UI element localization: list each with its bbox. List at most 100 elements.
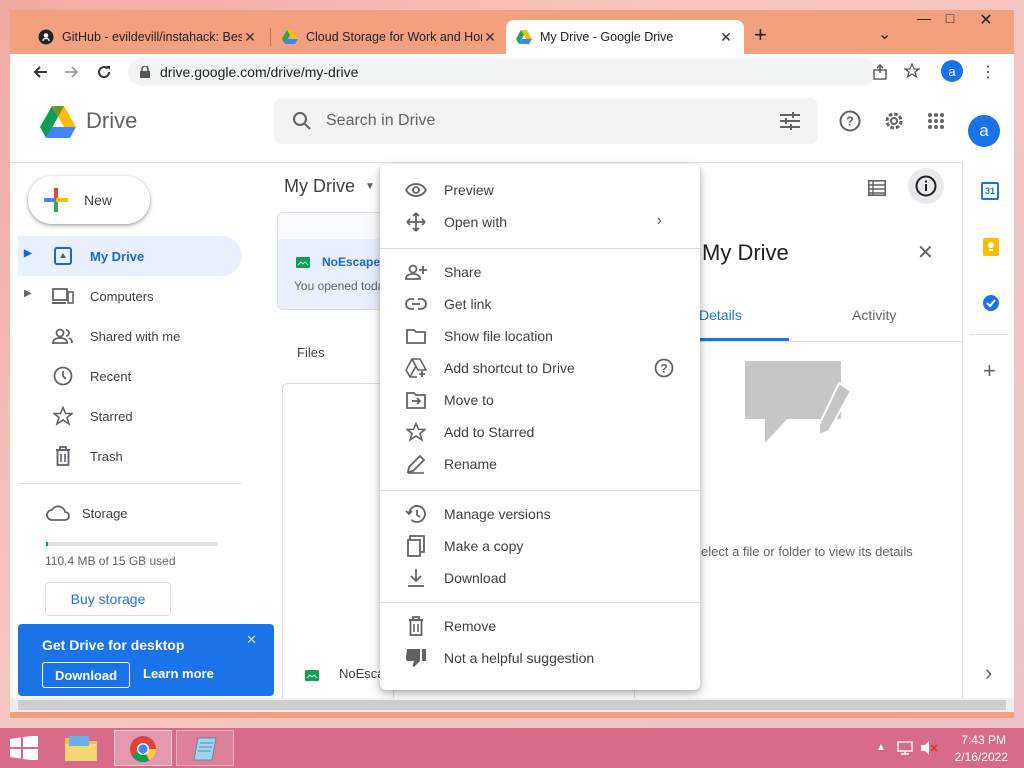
tab-activity[interactable]: Activity bbox=[852, 307, 896, 323]
help-icon[interactable]: ? bbox=[654, 358, 674, 378]
side-panel-divider bbox=[969, 334, 1009, 335]
taskbar-notes-button[interactable] bbox=[176, 730, 234, 766]
profile-avatar[interactable]: a bbox=[941, 60, 963, 82]
sidebar-item-my-drive[interactable]: ▶ My Drive bbox=[18, 236, 242, 276]
tasks-icon[interactable] bbox=[982, 294, 1000, 312]
new-button[interactable]: New bbox=[28, 176, 150, 224]
sidebar-item-shared[interactable]: Shared with me bbox=[18, 316, 242, 356]
tab-divider bbox=[270, 28, 271, 46]
sidebar-item-computers[interactable]: ▶ Computers bbox=[18, 276, 242, 316]
reload-icon[interactable] bbox=[96, 64, 112, 80]
details-empty-text: elect a file or folder to view its detai… bbox=[701, 544, 913, 559]
tab-search-button[interactable]: ⌄ bbox=[878, 24, 891, 44]
storage-usage-text: 110.4 MB of 15 GB used bbox=[45, 554, 176, 568]
menu-item-get-link[interactable]: Get link bbox=[380, 288, 700, 320]
minimize-button[interactable]: — bbox=[914, 10, 934, 26]
volume-muted-icon[interactable] bbox=[920, 740, 938, 756]
menu-item-not-helpful[interactable]: Not a helpful suggestion bbox=[380, 642, 700, 674]
bookmark-star-icon[interactable] bbox=[904, 63, 920, 79]
menu-item-show-file-location[interactable]: Show file location bbox=[380, 320, 700, 352]
search-options-icon[interactable] bbox=[780, 112, 800, 130]
sidebar-item-label: My Drive bbox=[90, 248, 145, 264]
menu-item-manage-versions[interactable]: Manage versions bbox=[380, 498, 700, 530]
tab-close-button[interactable]: ✕ bbox=[718, 29, 734, 46]
network-icon[interactable] bbox=[897, 740, 913, 756]
menu-item-make-copy[interactable]: Make a copy bbox=[380, 530, 700, 562]
details-close-button[interactable]: ✕ bbox=[917, 240, 934, 265]
promo-title: Get Drive for desktop bbox=[42, 637, 185, 653]
my-drive-icon bbox=[54, 247, 72, 265]
add-addon-button[interactable]: + bbox=[983, 358, 996, 384]
taskbar-chrome-button[interactable] bbox=[114, 730, 172, 766]
tray-expand-icon[interactable]: ▲ bbox=[876, 742, 886, 753]
my-drive-title-button[interactable]: My Drive ▼ bbox=[284, 176, 375, 197]
apps-button[interactable] bbox=[918, 103, 954, 139]
file-card[interactable]: NoEsca bbox=[282, 383, 394, 698]
suggested-file-card[interactable]: NoEscape You opened today bbox=[277, 212, 389, 310]
clock-time[interactable]: 7:43 PM bbox=[946, 733, 1006, 747]
details-title: My Drive bbox=[702, 240, 789, 265]
tab-close-button[interactable]: ✕ bbox=[482, 29, 498, 46]
tab-title: Cloud Storage for Work and Hom bbox=[306, 30, 482, 44]
buy-storage-button[interactable]: Buy storage bbox=[45, 582, 171, 616]
tab-my-drive[interactable]: My Drive - Google Drive ✕ bbox=[506, 20, 744, 54]
menu-item-label: Manage versions bbox=[444, 506, 551, 522]
tab-cloud-storage[interactable]: Cloud Storage for Work and Hom ✕ bbox=[272, 20, 508, 54]
expand-arrow-icon[interactable]: ▶ bbox=[24, 248, 32, 259]
menu-item-share[interactable]: Share bbox=[380, 256, 700, 288]
menu-item-preview[interactable]: Preview bbox=[380, 174, 700, 206]
back-arrow-icon[interactable] bbox=[32, 64, 48, 80]
menu-item-rename[interactable]: Rename bbox=[380, 448, 700, 480]
menu-item-move-to[interactable]: Move to bbox=[380, 384, 700, 416]
promo-download-button[interactable]: Download bbox=[42, 662, 130, 688]
details-toggle-button[interactable] bbox=[908, 168, 944, 204]
menu-item-download[interactable]: Download bbox=[380, 562, 700, 594]
menu-item-add-to-starred[interactable]: Add to Starred bbox=[380, 416, 700, 448]
menu-item-remove[interactable]: Remove bbox=[380, 610, 700, 642]
promo-close-button[interactable]: ✕ bbox=[246, 632, 257, 648]
menu-item-label: Add shortcut to Drive bbox=[444, 360, 575, 376]
sidebar-item-label: Trash bbox=[90, 448, 123, 464]
clock-date[interactable]: 2/16/2022 bbox=[946, 750, 1008, 764]
star-icon bbox=[406, 422, 426, 442]
menu-item-label: Get link bbox=[444, 296, 492, 312]
sidebar-item-trash[interactable]: Trash bbox=[18, 436, 242, 476]
keep-icon[interactable] bbox=[983, 238, 999, 256]
account-avatar[interactable]: a bbox=[968, 115, 1000, 147]
omnibox[interactable]: drive.google.com/drive/my-drive bbox=[128, 58, 876, 86]
address-bar-row: drive.google.com/drive/my-drive a ⋮ bbox=[10, 54, 1014, 90]
download-icon bbox=[408, 569, 424, 587]
sidebar-item-starred[interactable]: Starred bbox=[18, 396, 242, 436]
promo-learn-more-link[interactable]: Learn more bbox=[143, 666, 214, 681]
expand-panel-button[interactable]: › bbox=[985, 660, 992, 686]
trash-icon bbox=[56, 446, 70, 466]
help-button[interactable]: ? bbox=[832, 103, 868, 139]
file-explorer-icon[interactable] bbox=[64, 734, 98, 762]
tab-details[interactable]: Details bbox=[699, 307, 742, 323]
search-icon[interactable] bbox=[292, 111, 312, 131]
menu-item-open-with[interactable]: Open with › bbox=[380, 206, 700, 238]
sidebar-item-storage[interactable]: Storage bbox=[18, 493, 242, 533]
scrollbar-thumb[interactable] bbox=[18, 700, 1006, 710]
search-input[interactable]: Search in Drive bbox=[326, 112, 435, 130]
tab-github[interactable]: GitHub - evildevill/instahack: Bes ✕ bbox=[28, 20, 268, 54]
share-page-icon[interactable] bbox=[872, 64, 888, 80]
list-view-icon[interactable] bbox=[868, 180, 886, 196]
settings-button[interactable] bbox=[876, 103, 912, 139]
calendar-icon[interactable]: 31 bbox=[981, 182, 999, 200]
maximize-button[interactable]: □ bbox=[940, 10, 960, 26]
tab-close-button[interactable]: ✕ bbox=[242, 29, 258, 46]
menu-item-add-shortcut[interactable]: Add shortcut to Drive ? bbox=[380, 352, 700, 384]
suggested-file-name: NoEscape bbox=[322, 255, 381, 269]
search-box[interactable]: Search in Drive bbox=[274, 98, 818, 144]
forward-arrow-icon[interactable] bbox=[64, 64, 80, 80]
browser-menu-icon[interactable]: ⋮ bbox=[980, 62, 996, 82]
sidebar-item-recent[interactable]: Recent bbox=[18, 356, 242, 396]
file-type-icon bbox=[296, 257, 310, 268]
windows-start-icon[interactable] bbox=[10, 736, 38, 760]
close-window-button[interactable]: ✕ bbox=[974, 10, 998, 30]
expand-arrow-icon[interactable]: ▶ bbox=[24, 288, 32, 299]
new-tab-button[interactable]: + bbox=[754, 22, 767, 48]
drive-logo-icon[interactable] bbox=[40, 106, 76, 138]
file-type-icon bbox=[305, 670, 319, 681]
